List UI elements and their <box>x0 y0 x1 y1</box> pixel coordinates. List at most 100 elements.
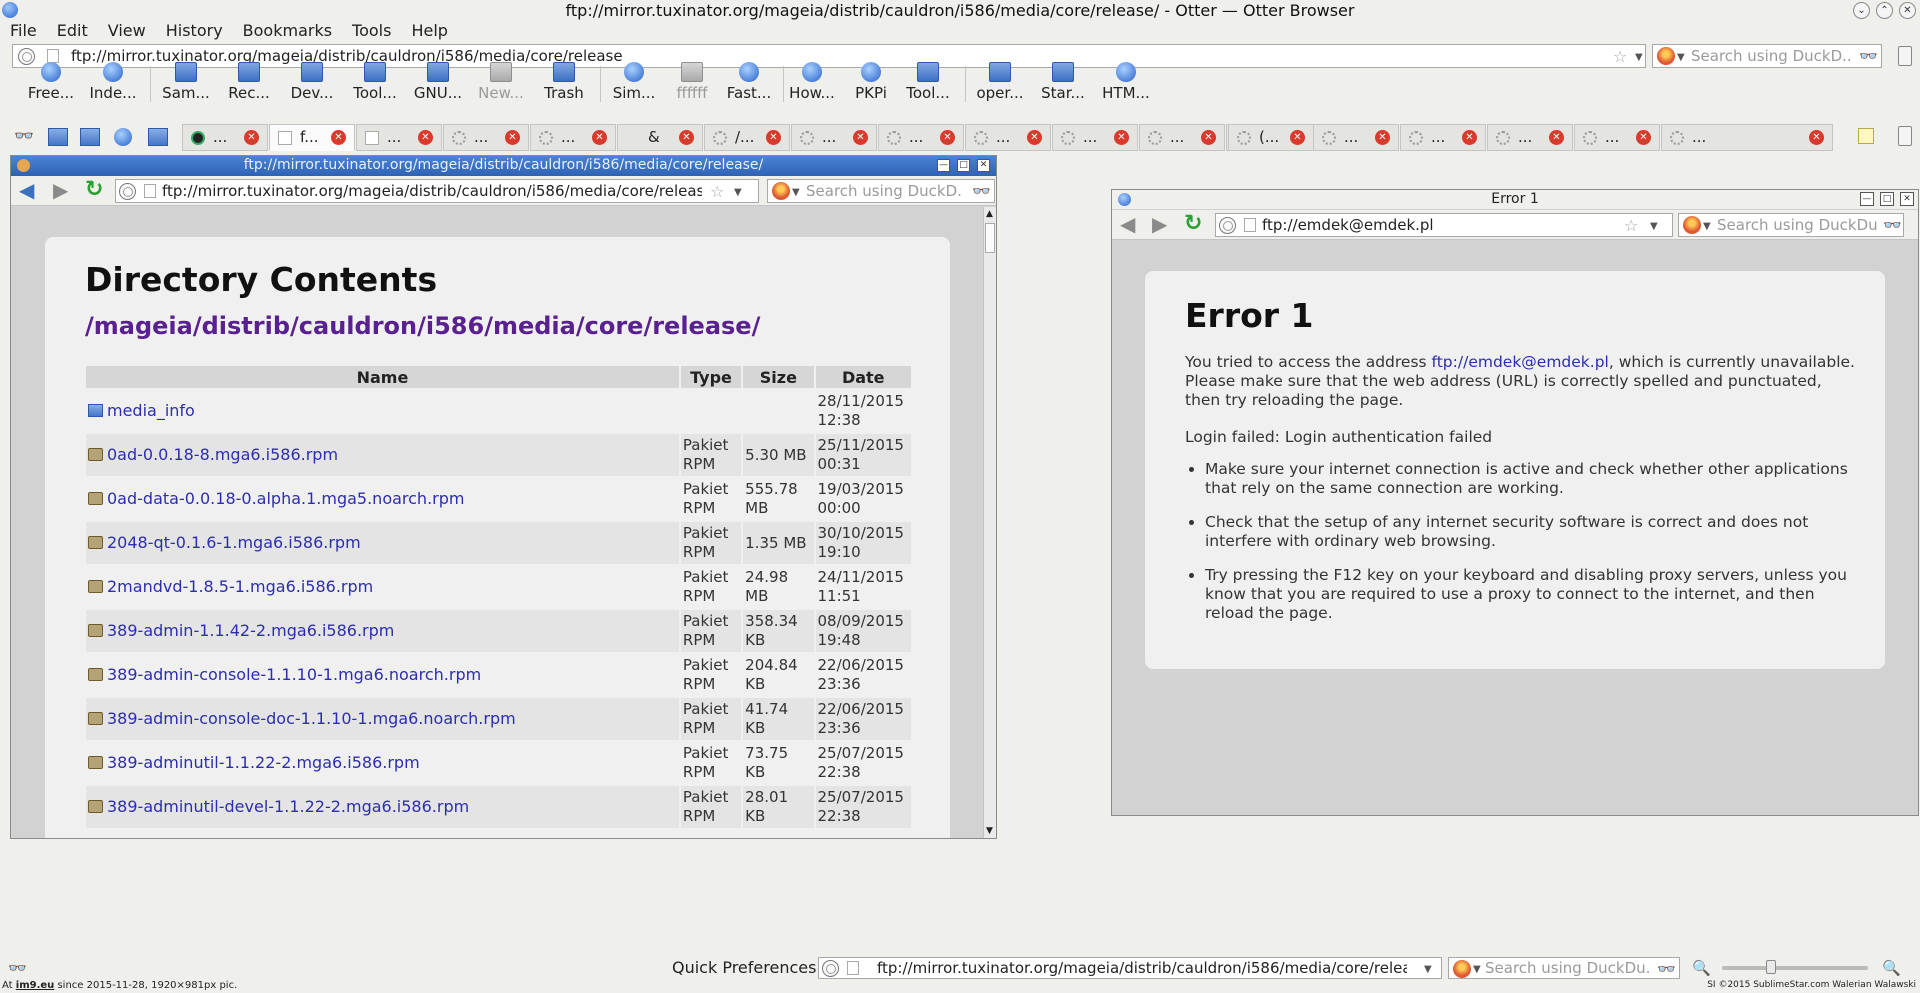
tab-close-icon[interactable]: ✕ <box>766 130 781 145</box>
chevron-down-icon[interactable]: ▼ <box>1703 222 1711 232</box>
tab[interactable]: ...✕ <box>1661 124 1833 151</box>
bookmark-folder[interactable]: GNU... <box>407 60 469 102</box>
search-field[interactable]: ▼ Search using DuckD... 👓 <box>767 179 995 203</box>
reload-icon[interactable]: ↻ <box>85 179 103 201</box>
site-info-icon[interactable] <box>119 183 136 200</box>
back-arrow-icon[interactable]: ◀ <box>19 180 34 200</box>
tab[interactable]: ...✕ <box>530 124 616 151</box>
maximize-button[interactable]: □ <box>957 159 970 172</box>
tab-close-icon[interactable]: ✕ <box>592 130 607 145</box>
bookmark-item[interactable]: Free... <box>20 60 82 102</box>
tab[interactable]: & ✕ <box>617 124 703 151</box>
tab-close-icon[interactable]: ✕ <box>1636 130 1651 145</box>
address-url[interactable]: ftp://mirror.tuxinator.org/mageia/distri… <box>162 181 702 201</box>
zoom-slider[interactable] <box>1722 966 1868 970</box>
menu-bookmarks[interactable]: Bookmarks <box>233 20 342 42</box>
forward-arrow-icon[interactable]: ▶ <box>53 180 68 200</box>
bookmark-item[interactable]: Sim... <box>603 60 665 102</box>
tab[interactable]: ...✕ <box>443 124 529 151</box>
tab-close-icon[interactable]: ✕ <box>418 130 433 145</box>
bookmark-folder[interactable]: Sam... <box>155 60 217 102</box>
tab-close-icon[interactable]: ✕ <box>853 130 868 145</box>
column-header-size[interactable]: Size <box>743 366 814 388</box>
bookmark-folder[interactable]: oper... <box>969 60 1031 102</box>
tab-close-icon[interactable]: ✕ <box>505 130 520 145</box>
tab-close-icon[interactable]: ✕ <box>1375 130 1390 145</box>
file-link[interactable]: 2048-qt-0.1.6-1.mga6.i586.rpm <box>107 533 361 552</box>
tab[interactable]: ...✕ <box>878 124 964 151</box>
tab[interactable]: ...✕ <box>182 124 268 151</box>
tab-close-icon[interactable]: ✕ <box>679 130 694 145</box>
bookmark-item[interactable]: How... <box>781 60 843 102</box>
tab-close-icon[interactable]: ✕ <box>244 130 259 145</box>
tab-close-icon[interactable]: ✕ <box>1027 130 1042 145</box>
tab-close-icon[interactable]: ✕ <box>1809 130 1824 145</box>
zoom-in-icon[interactable]: 🔍 <box>1882 959 1901 977</box>
file-link[interactable]: 389-adminutil-devel-1.1.22-2.mga6.i586.r… <box>107 797 469 816</box>
tab-close-icon[interactable]: ✕ <box>940 130 955 145</box>
find-icon[interactable]: 👓 <box>1657 961 1676 977</box>
bookmark-item[interactable]: Inde... <box>82 60 144 102</box>
back-arrow-icon[interactable]: ◀ <box>1120 214 1135 234</box>
tab-close-icon[interactable]: ✕ <box>1290 130 1305 145</box>
tab-close-icon[interactable]: ✕ <box>1549 130 1564 145</box>
tab[interactable]: ...✕ <box>1139 124 1225 151</box>
tab[interactable]: ...✕ <box>965 124 1051 151</box>
zoom-slider-thumb[interactable] <box>1766 960 1776 974</box>
tab-close-icon[interactable]: ✕ <box>1201 130 1216 145</box>
chevron-down-icon[interactable]: ▼ <box>1650 222 1658 232</box>
minimize-button[interactable]: — <box>937 159 950 172</box>
maximize-button[interactable]: ⌃ <box>1876 2 1893 19</box>
new-tab-icon[interactable] <box>1858 128 1874 144</box>
tab[interactable]: ...✕ <box>1574 124 1660 151</box>
menu-tools[interactable]: Tools <box>342 20 401 42</box>
close-button[interactable]: ✕ <box>1899 2 1916 19</box>
bookmark-folder[interactable]: Tool... <box>344 60 406 102</box>
menu-file[interactable]: File <box>0 20 47 42</box>
bookmark-folder[interactable]: Dev... <box>281 60 343 102</box>
site-info-icon[interactable] <box>1219 217 1236 234</box>
menu-view[interactable]: View <box>98 20 156 42</box>
scroll-down-icon[interactable]: ▼ <box>986 826 993 836</box>
tab[interactable]: ...✕ <box>1313 124 1399 151</box>
search-field[interactable]: ▼ Search using DuckDu... 👓 <box>1678 213 1904 237</box>
quick-preferences-button[interactable]: Quick Preferences <box>672 958 816 978</box>
tab-close-icon[interactable]: ✕ <box>331 130 346 145</box>
vertical-scrollbar[interactable]: ▲ ▼ <box>983 207 996 838</box>
bookmark-folder[interactable]: ffffff <box>661 60 723 102</box>
chevron-down-icon[interactable]: ▼ <box>792 188 800 198</box>
address-bar[interactable]: ftp://mirror.tuxinator.org/mageia/distri… <box>115 179 759 203</box>
bookmark-folder[interactable]: Star... <box>1032 60 1094 102</box>
scroll-up-icon[interactable]: ▲ <box>986 209 993 219</box>
maximize-button[interactable]: □ <box>1880 192 1894 206</box>
address-url[interactable]: ftp://mirror.tuxinator.org/mageia/distri… <box>877 958 1407 978</box>
address-bar[interactable]: ftp://mirror.tuxinator.org/mageia/distri… <box>818 957 1442 979</box>
address-bar[interactable]: ftp://emdek@emdek.pl ☆ ▼ <box>1215 213 1673 237</box>
bookmark-folder[interactable]: Tool... <box>897 60 959 102</box>
chevron-down-icon[interactable]: ▼ <box>1424 965 1432 975</box>
file-link[interactable]: 0ad-data-0.0.18-0.alpha.1.mga5.noarch.rp… <box>107 489 464 508</box>
column-header-name[interactable]: Name <box>86 366 679 388</box>
menu-help[interactable]: Help <box>401 20 457 42</box>
tab[interactable]: ...✕ <box>791 124 877 151</box>
file-link[interactable]: media_info <box>107 401 195 420</box>
column-header-type[interactable]: Type <box>680 366 742 388</box>
error-address-link[interactable]: ftp://emdek@emdek.pl <box>1432 353 1609 371</box>
find-icon[interactable]: 👓 <box>8 960 27 976</box>
tab[interactable]: (... ✕ <box>1228 124 1314 151</box>
forward-arrow-icon[interactable]: ▶ <box>1152 214 1167 234</box>
bookmark-item[interactable]: HTM... <box>1095 60 1157 102</box>
column-header-date[interactable]: Date <box>815 366 911 388</box>
tab-active[interactable]: f... ✕ <box>269 124 355 151</box>
trash-icon[interactable] <box>1898 126 1912 146</box>
reload-icon[interactable]: ↻ <box>1184 213 1202 235</box>
site-info-icon[interactable] <box>822 960 839 977</box>
address-url[interactable]: ftp://emdek@emdek.pl <box>1262 215 1602 235</box>
bookmark-item[interactable]: PKPi <box>840 60 902 102</box>
bookmark-item[interactable]: Fast... <box>718 60 780 102</box>
scroll-thumb[interactable] <box>985 223 995 253</box>
file-link[interactable]: 2mandvd-1.8.5-1.mga6.i586.rpm <box>107 577 373 596</box>
tab-close-icon[interactable]: ✕ <box>1114 130 1129 145</box>
bookmark-star-icon[interactable]: ☆ <box>1624 218 1638 234</box>
tab-close-icon[interactable]: ✕ <box>1462 130 1477 145</box>
